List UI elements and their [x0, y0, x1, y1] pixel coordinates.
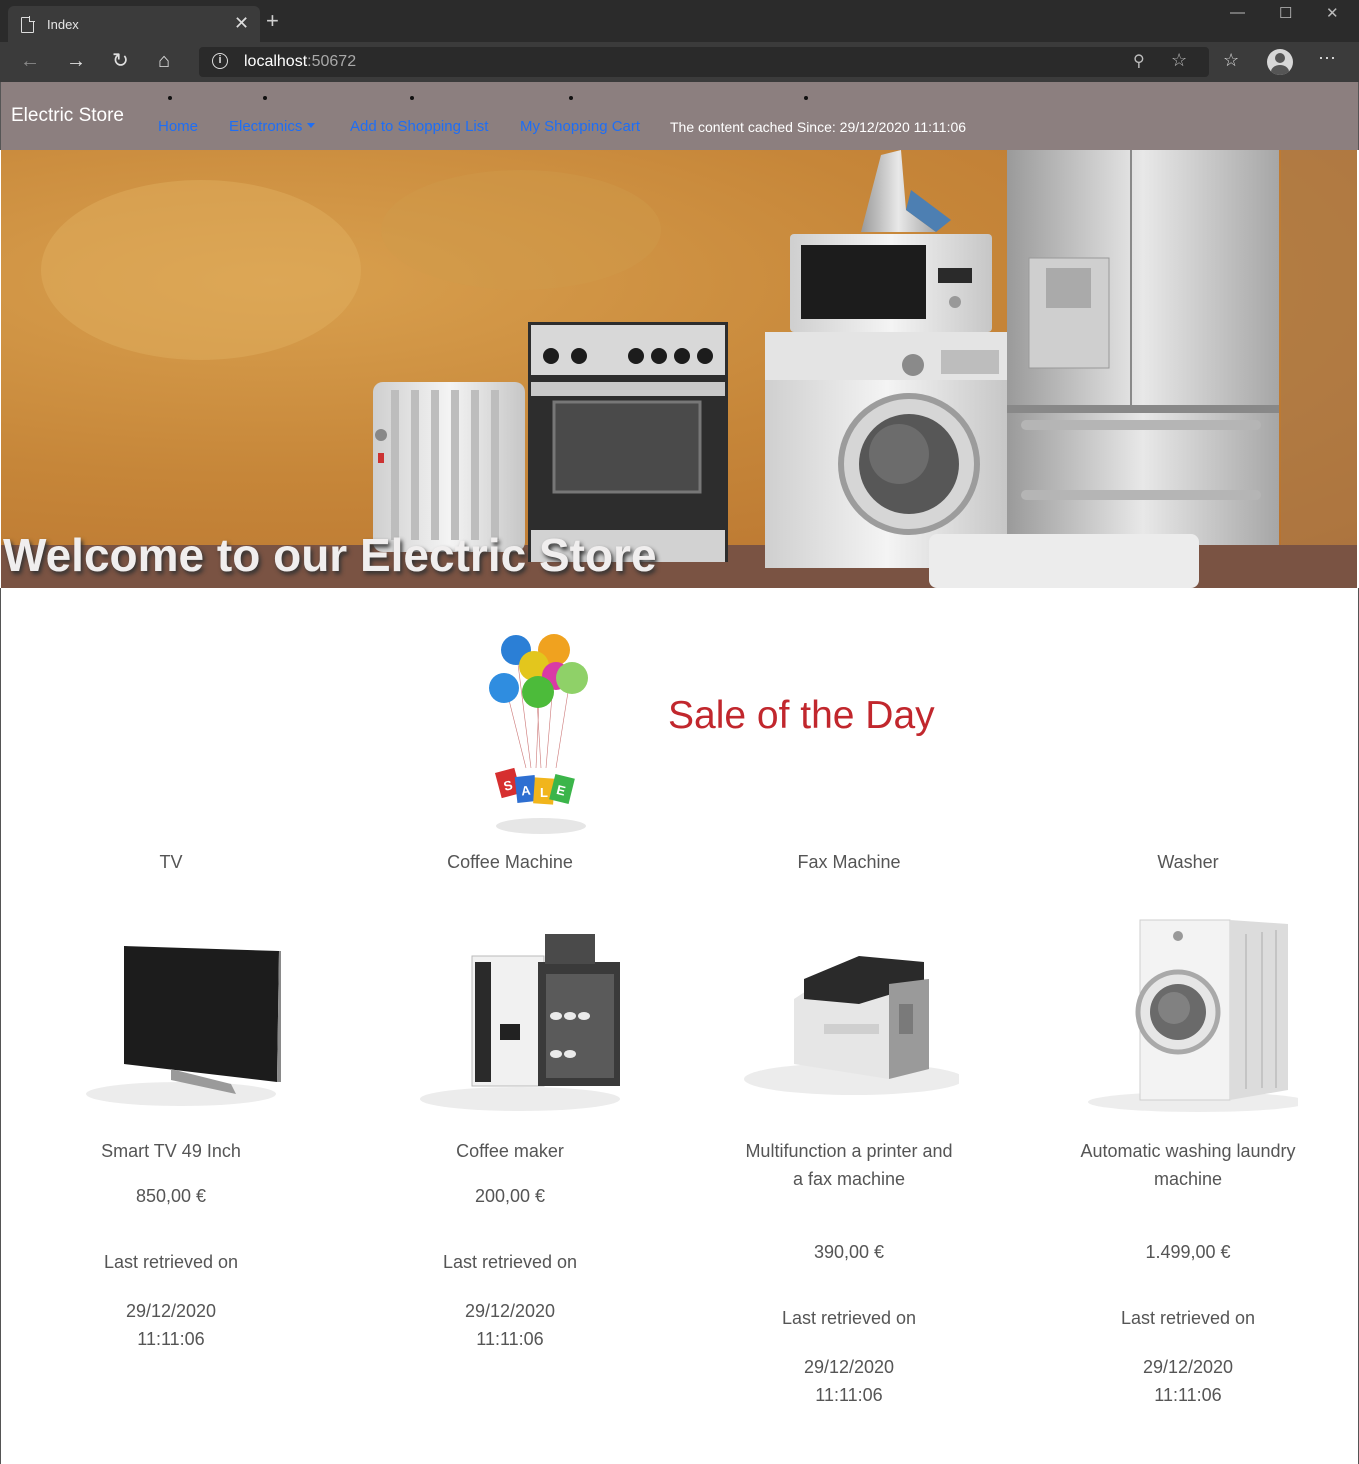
- last-retrieved-time: 11:11:06: [476, 1329, 544, 1349]
- sale-of-the-day-title: Sale of the Day: [668, 694, 935, 737]
- product-name: Multifunction a printer and a fax machin…: [745, 1141, 953, 1189]
- coffee-machine-image[interactable]: [400, 904, 620, 1114]
- home-icon[interactable]: ⌂: [158, 50, 170, 72]
- browser-tab[interactable]: Index ✕: [8, 6, 260, 42]
- forward-icon[interactable]: →: [66, 50, 86, 72]
- svg-text:L: L: [540, 785, 548, 800]
- nav-home[interactable]: Home: [158, 118, 198, 135]
- last-retrieved-time: 11:11:06: [137, 1329, 205, 1349]
- hero-banner: Welcome to our Electric Store: [1, 150, 1357, 588]
- product-card-tv: TV Smart TV 49 Inch 850,00 € Last retrie…: [41, 852, 301, 1372]
- product-price: 200,00 €: [474, 1186, 546, 1206]
- last-retrieved-time: 11:11:06: [1154, 1385, 1222, 1405]
- nav-electronics[interactable]: Electronics: [229, 118, 316, 135]
- nav-bullet: [410, 96, 414, 100]
- profile-avatar[interactable]: [1267, 49, 1293, 75]
- washer-image[interactable]: [1078, 904, 1298, 1114]
- nav-bullet: [569, 96, 573, 100]
- product-price: 1.499,00 €: [1145, 1242, 1231, 1262]
- tv-image[interactable]: [61, 904, 281, 1114]
- page-icon: [21, 16, 35, 33]
- product-card-washer: Washer Automatic washing laundry machine…: [1058, 852, 1318, 1432]
- hero-title: Welcome to our Electric Store: [3, 529, 657, 581]
- product-card-fax-machine: Fax Machine Multifunction a printer and …: [719, 852, 979, 1432]
- site-navbar: Electric Store Home Electronics Add to S…: [0, 82, 1359, 150]
- browser-tab-bar: Index ✕ + — ☐ ✕: [0, 0, 1359, 42]
- product-category: Fax Machine: [797, 852, 901, 872]
- last-retrieved-date: 29/12/2020: [1142, 1357, 1234, 1377]
- last-retrieved-date: 29/12/2020: [125, 1301, 217, 1321]
- nav-my-shopping-cart[interactable]: My Shopping Cart: [520, 118, 640, 135]
- close-tab-icon[interactable]: ✕: [234, 13, 249, 33]
- new-tab-icon[interactable]: +: [266, 10, 279, 32]
- nav-add-to-shopping-list[interactable]: Add to Shopping List: [350, 118, 488, 135]
- product-category: TV: [159, 852, 183, 872]
- product-price: 850,00 €: [135, 1186, 207, 1206]
- last-retrieved-label: Last retrieved on: [781, 1308, 917, 1328]
- dropdown-caret-icon: [307, 123, 316, 128]
- product-name: Coffee maker: [456, 1141, 564, 1161]
- minimize-icon[interactable]: —: [1230, 4, 1245, 21]
- last-retrieved-date: 29/12/2020: [803, 1357, 895, 1377]
- last-retrieved-label: Last retrieved on: [1120, 1308, 1256, 1328]
- back-icon[interactable]: ←: [20, 50, 40, 72]
- tab-title: Index: [47, 17, 79, 32]
- product-name: Automatic washing laundry machine: [1080, 1141, 1296, 1189]
- favorite-star-icon[interactable]: ☆: [1171, 50, 1187, 71]
- last-retrieved-label: Last retrieved on: [103, 1252, 239, 1272]
- favorites-icon[interactable]: ☆: [1223, 50, 1239, 71]
- browser-toolbar: ← → ↻ ⌂ i localhost:50672 ⚲ ☆ ☆ ⋯: [0, 42, 1359, 82]
- last-retrieved-date: 29/12/2020: [464, 1301, 556, 1321]
- product-name: Smart TV 49 Inch: [101, 1141, 241, 1161]
- nav-bullet: [263, 96, 267, 100]
- cached-since-text: The content cached Since: 29/12/2020 11:…: [670, 119, 967, 135]
- refresh-icon[interactable]: ↻: [112, 50, 129, 72]
- brand-logo[interactable]: Electric Store: [11, 105, 124, 127]
- appliances-illustration: [1, 150, 1357, 588]
- last-retrieved-label: Last retrieved on: [442, 1252, 578, 1272]
- product-category: Washer: [1157, 852, 1219, 872]
- address-url[interactable]: localhost:50672: [244, 53, 356, 71]
- nav-bullet: [168, 96, 172, 100]
- product-card-coffee-machine: Coffee Machine Coffee maker 200,00 € Las…: [380, 852, 640, 1372]
- product-price: 390,00 €: [813, 1242, 885, 1262]
- product-category: Coffee Machine: [447, 852, 573, 872]
- site-info-icon[interactable]: i: [212, 53, 228, 69]
- nav-bullet: [804, 96, 808, 100]
- fax-machine-image[interactable]: [739, 904, 959, 1114]
- maximize-icon[interactable]: ☐: [1279, 4, 1292, 22]
- zoom-icon[interactable]: ⚲: [1133, 51, 1145, 71]
- more-menu-icon[interactable]: ⋯: [1318, 48, 1336, 69]
- last-retrieved-time: 11:11:06: [815, 1385, 883, 1405]
- sale-balloons-graphic: S A L E: [489, 634, 588, 834]
- address-bar[interactable]: i localhost:50672 ⚲ ☆: [199, 47, 1209, 77]
- window-close-icon[interactable]: ✕: [1326, 4, 1339, 22]
